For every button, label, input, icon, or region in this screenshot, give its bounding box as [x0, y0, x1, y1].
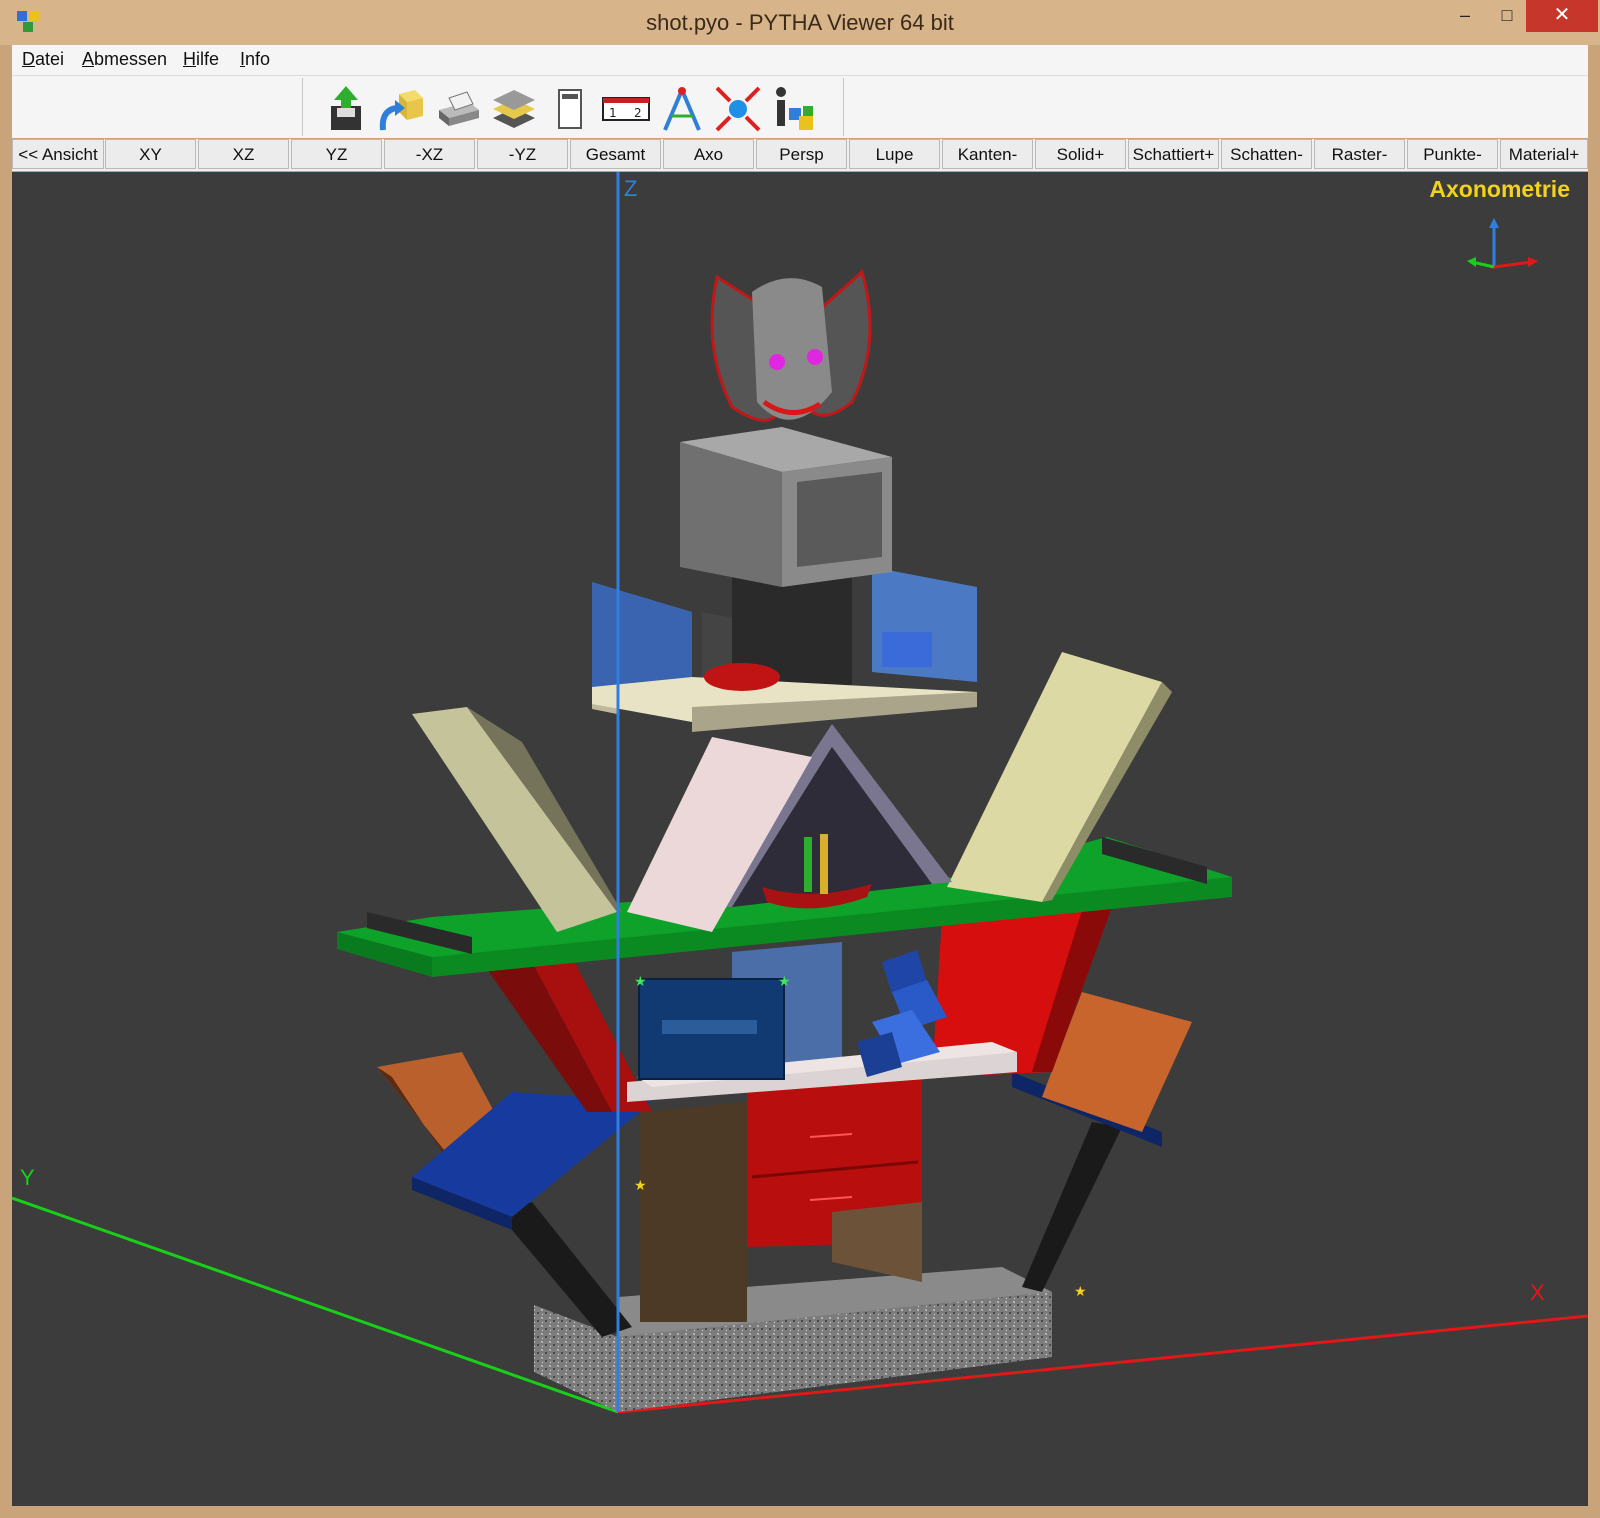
toolbar-group: 1 2 [302, 78, 844, 136]
marker-star-icon: ★ [778, 974, 791, 990]
menu-abmessen-label: bmessen [94, 49, 168, 69]
pytha-poster [638, 978, 785, 1080]
view-button-punkte[interactable]: Punkte- [1407, 139, 1498, 169]
menu-hilfe-accel: H [183, 49, 196, 69]
z-axis-label: Z [624, 176, 638, 201]
view-button-solid[interactable]: Solid+ [1035, 139, 1126, 169]
menu-hilfe[interactable]: Hilfe [183, 49, 219, 70]
view-button-yz[interactable]: YZ [291, 139, 382, 169]
explode-icon[interactable] [713, 84, 763, 134]
toolbar: 1 2 [12, 76, 1588, 138]
svg-text:1: 1 [609, 106, 617, 120]
menu-bar: Datei Abmessen Hilfe Info [12, 45, 1588, 76]
layers-icon[interactable] [489, 84, 539, 134]
window-icon[interactable] [545, 84, 595, 134]
compass-icon[interactable] [657, 84, 707, 134]
marker-star-icon: ★ [634, 974, 647, 990]
title-bar: shot.pyo - PYTHA Viewer 64 bit – □ ✕ [0, 0, 1600, 45]
menu-datei[interactable]: Datei [22, 49, 64, 70]
view-button-schatten[interactable]: Schatten- [1221, 139, 1312, 169]
top-toy-box [592, 562, 977, 732]
3d-viewport[interactable]: ★ ★ ★ ★ Axonometrie Z Y X [12, 172, 1588, 1506]
menu-info-label: nfo [245, 49, 271, 69]
view-button-neg-xz[interactable]: -XZ [384, 139, 475, 169]
view-button-xz[interactable]: XZ [198, 139, 289, 169]
view-name-label: Axonometrie [1429, 176, 1570, 202]
view-button-kanten[interactable]: Kanten- [942, 139, 1033, 169]
svg-text:2: 2 [634, 106, 642, 120]
marker-star-icon: ★ [1074, 1284, 1087, 1300]
orientation-gizmo [1467, 218, 1538, 269]
view-button-neg-yz[interactable]: -YZ [477, 139, 568, 169]
menu-abmessen-accel: A [82, 49, 95, 69]
menu-datei-accel: D [22, 49, 35, 69]
maximize-button[interactable]: □ [1484, 0, 1530, 32]
export-icon[interactable] [377, 84, 427, 134]
view-button-gesamt[interactable]: Gesamt [570, 139, 661, 169]
view-button-bar: << Ansicht XY XZ YZ -XZ -YZ Gesamt Axo P… [12, 139, 1588, 171]
x-axis-label: X [1530, 1280, 1545, 1305]
view-button-persp[interactable]: Persp [756, 139, 847, 169]
view-button-axo[interactable]: Axo [663, 139, 754, 169]
view-button-material[interactable]: Material+ [1500, 139, 1588, 169]
close-button[interactable]: ✕ [1526, 0, 1598, 32]
view-button-schattiert[interactable]: Schattiert+ [1128, 139, 1219, 169]
menu-info[interactable]: Info [240, 49, 270, 70]
marker-star-icon: ★ [634, 1178, 647, 1194]
scene-model: ★ ★ ★ ★ [12, 172, 1588, 1414]
menu-datei-label: atei [35, 49, 65, 69]
menu-hilfe-label: ilfe [196, 49, 220, 69]
window-title: shot.pyo - PYTHA Viewer 64 bit [646, 10, 954, 35]
granite-base [534, 1267, 1052, 1412]
view-button-raster[interactable]: Raster- [1314, 139, 1405, 169]
properties-icon[interactable] [769, 84, 819, 134]
mask-sculpture [710, 269, 872, 422]
y-axis-label: Y [20, 1165, 35, 1190]
measure-icon[interactable]: 1 2 [601, 84, 651, 134]
app-window: shot.pyo - PYTHA Viewer 64 bit – □ ✕ Dat… [0, 0, 1600, 1518]
save-icon[interactable] [321, 84, 371, 134]
grey-cube [680, 427, 892, 587]
view-button-xy[interactable]: XY [105, 139, 196, 169]
menu-abmessen[interactable]: Abmessen [82, 49, 167, 70]
view-button-lupe[interactable]: Lupe [849, 139, 940, 169]
print-icon[interactable] [433, 84, 483, 134]
minimize-button[interactable]: – [1442, 0, 1488, 32]
view-button-ansicht[interactable]: << Ansicht [12, 139, 104, 169]
